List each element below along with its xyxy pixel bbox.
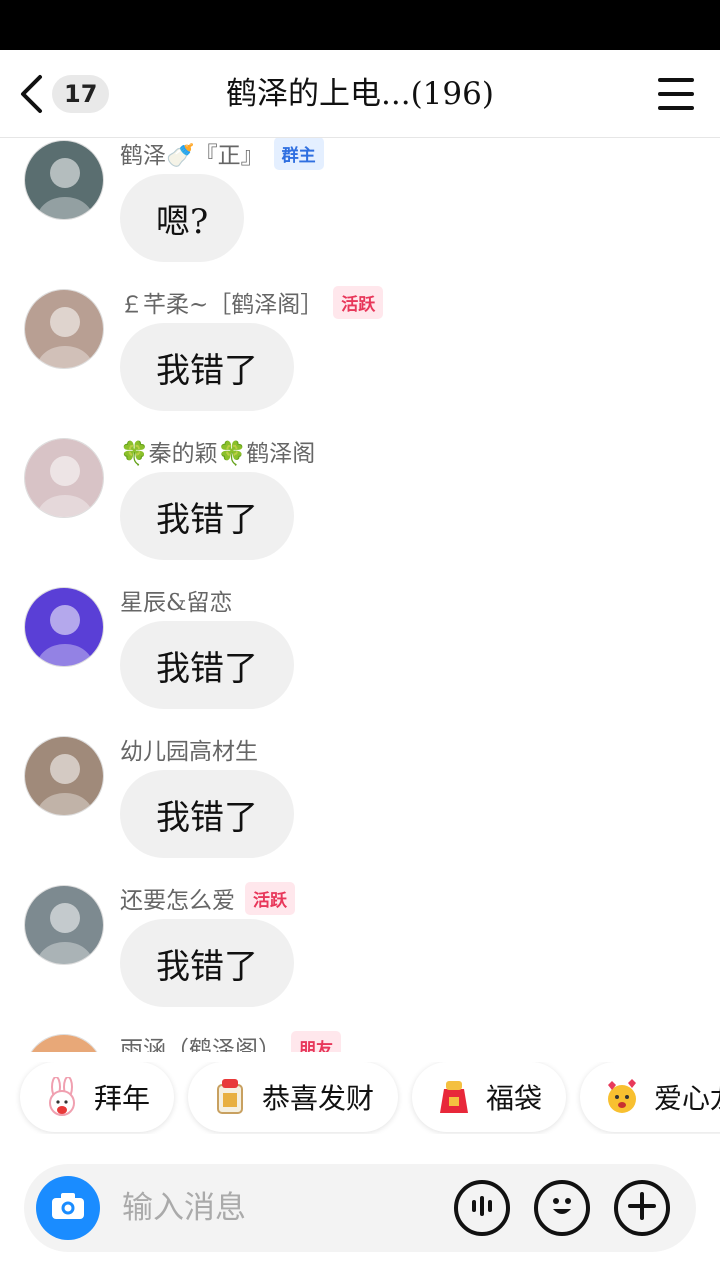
- composer: [24, 1164, 696, 1252]
- avatar[interactable]: [24, 736, 104, 816]
- camera-button[interactable]: [36, 1176, 100, 1240]
- quick-reply-chip[interactable]: 福袋: [412, 1062, 567, 1132]
- sender-name[interactable]: 鹤泽🍼『正』: [120, 138, 264, 170]
- sender-name[interactable]: 还要怎么爱: [120, 881, 235, 915]
- message-bubble[interactable]: 我错了: [120, 323, 294, 411]
- friend-badge: 朋友: [291, 1030, 341, 1052]
- plus-icon: [627, 1191, 657, 1225]
- sender-row: 🍀秦的颖🍀鹤泽阁: [120, 434, 315, 468]
- sender-name[interactable]: 星辰&留恋: [120, 583, 232, 617]
- sender-row: 还要怎么爱 活跃: [120, 881, 295, 915]
- chat-title[interactable]: 鹤泽的上电...(196): [150, 70, 570, 118]
- message-row: 雨涵（鹤泽阁） 朋友: [0, 1030, 720, 1052]
- avatar[interactable]: [24, 587, 104, 667]
- message-input[interactable]: [122, 1178, 442, 1238]
- lucky-bag-icon: [432, 1075, 476, 1119]
- sender-row: ￡芊柔~［鹤泽阁］ 活跃: [120, 285, 384, 319]
- love-face-icon: [600, 1075, 644, 1119]
- menu-icon[interactable]: [658, 78, 694, 110]
- message-bubble[interactable]: 嗯?: [120, 174, 245, 262]
- message-row: 还要怎么爱 活跃我错了: [0, 881, 720, 1032]
- quick-reply-bar[interactable]: 拜年 恭喜发财 福袋 爱心龙: [0, 1062, 720, 1134]
- avatar[interactable]: [24, 289, 104, 369]
- message-bubble[interactable]: 我错了: [120, 621, 294, 709]
- sender-row: 幼儿园高材生: [120, 732, 258, 766]
- message-bubble[interactable]: 我错了: [120, 919, 294, 1007]
- chat-header: 17 鹤泽的上电...(196): [0, 50, 720, 138]
- message-row: 星辰&留恋我错了: [0, 585, 720, 734]
- quick-reply-chip[interactable]: 爱心龙: [580, 1062, 720, 1132]
- sender-row: 雨涵（鹤泽阁） 朋友: [120, 1030, 341, 1052]
- quick-reply-chip[interactable]: 拜年: [20, 1062, 175, 1132]
- sender-name[interactable]: 🍀秦的颖🍀鹤泽阁: [120, 434, 315, 468]
- smiley-icon: [545, 1189, 579, 1227]
- avatar[interactable]: [24, 885, 104, 965]
- chevron-left-icon: [16, 72, 46, 116]
- message-bubble[interactable]: 我错了: [120, 472, 294, 560]
- active-badge: 活跃: [245, 881, 295, 915]
- quick-reply-label: 爱心龙: [654, 1082, 720, 1115]
- status-bar: [0, 0, 720, 50]
- sender-row: 星辰&留恋: [120, 583, 232, 617]
- avatar[interactable]: [24, 438, 104, 518]
- avatar[interactable]: [24, 1034, 104, 1052]
- message-row: 🍀秦的颖🍀鹤泽阁我错了: [0, 436, 720, 585]
- message-bubble[interactable]: 我错了: [120, 770, 294, 858]
- add-button[interactable]: [614, 1180, 670, 1236]
- emoji-button[interactable]: [534, 1180, 590, 1236]
- rabbit-icon: [40, 1075, 84, 1119]
- fortune-icon: [208, 1075, 252, 1119]
- sender-name[interactable]: ￡芊柔~［鹤泽阁］: [120, 285, 323, 319]
- back-button[interactable]: 17: [16, 72, 112, 116]
- avatar[interactable]: [24, 140, 104, 220]
- owner-badge: 群主: [273, 138, 324, 170]
- quick-reply-chip[interactable]: 恭喜发财: [188, 1062, 399, 1132]
- message-list[interactable]: 鹤泽🍼『正』 群主 嗯? ￡芊柔~［鹤泽阁］ 活跃 我错了 🍀秦的颖🍀鹤泽阁 我错了 星辰&留恋…: [0, 138, 720, 1052]
- quick-reply-label: 恭喜发财: [262, 1082, 375, 1115]
- sender-name[interactable]: 幼儿园高材生: [120, 732, 258, 766]
- quick-reply-label: 福袋: [486, 1082, 543, 1115]
- message-row: 幼儿园高材生 我错了: [0, 734, 720, 883]
- sender-row: 鹤泽🍼『正』 群主: [120, 138, 324, 170]
- sender-name[interactable]: 雨涵（鹤泽阁）: [120, 1030, 281, 1052]
- quick-reply-label: 拜年: [94, 1082, 151, 1115]
- audio-wave-icon: [469, 1193, 495, 1223]
- camera-icon: [51, 1192, 85, 1224]
- voice-button[interactable]: [454, 1180, 510, 1236]
- active-badge: 活跃: [333, 285, 384, 319]
- message-row: 鹤泽🍼『正』 群主 嗯?: [0, 138, 720, 287]
- message-row: ￡芊柔~［鹤泽阁］ 活跃我错了: [0, 285, 720, 436]
- unread-count-badge: 17: [52, 75, 110, 113]
